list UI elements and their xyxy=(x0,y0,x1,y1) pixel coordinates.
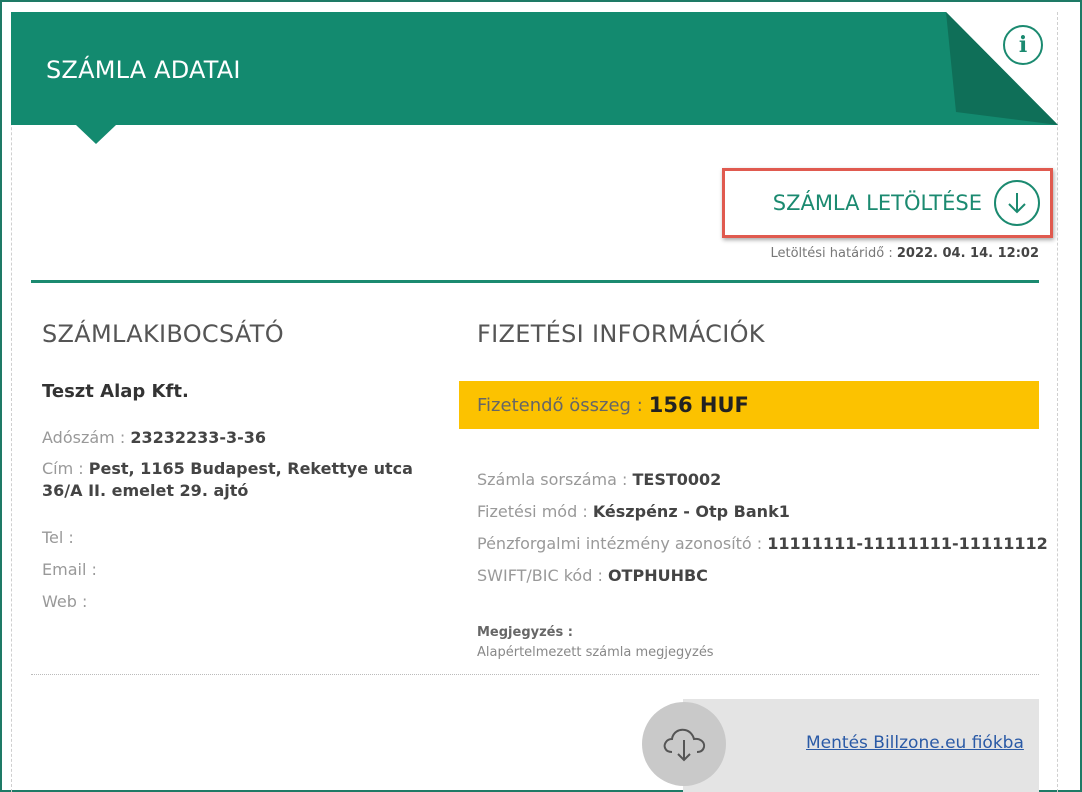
payment-method-label: Fizetési mód : xyxy=(477,502,588,521)
amount-value: 156 HUF xyxy=(648,393,749,417)
page-title: SZÁMLA ADATAI xyxy=(46,56,241,84)
swift-code: SWIFT/BIC kód : OTPHUHBC xyxy=(477,565,708,587)
invoice-number-label: Számla sorszáma : xyxy=(477,470,628,489)
amount-label: Fizetendő összeg : xyxy=(477,394,643,416)
email-label: Email : xyxy=(42,560,97,579)
amount-due-bar: Fizetendő összeg : 156 HUF xyxy=(459,381,1039,429)
note-label: Megjegyzés : xyxy=(477,625,573,640)
bank-account: Pénzforgalmi intézmény azonosító : 11111… xyxy=(477,533,1048,555)
issuer-name: Teszt Alap Kft. xyxy=(42,381,189,402)
save-to-billzone-link[interactable]: Mentés Billzone.eu fiókba xyxy=(806,733,1024,753)
issuer-section-title: SZÁMLAKIBOCSÁTÓ xyxy=(42,320,284,348)
cloud-download-icon[interactable] xyxy=(642,702,726,786)
deadline-label: Letöltési határidő : xyxy=(770,246,893,261)
bank-account-value: 11111111-11111111-11111112 xyxy=(767,534,1048,553)
address-line2: 36/A II. emelet 29. ajtó xyxy=(42,481,249,500)
dotted-divider xyxy=(31,674,1039,675)
download-deadline: Letöltési határidő : 2022. 04. 14. 12:02 xyxy=(770,246,1039,261)
address-line1: Pest, 1165 Budapest, Rekettye utca xyxy=(88,459,413,478)
header-banner: SZÁMLA ADATAI xyxy=(11,12,1058,144)
download-invoice-button[interactable]: SZÁMLA LETÖLTÉSE xyxy=(722,168,1053,238)
address-label: Cím : xyxy=(42,459,84,478)
tax-value: 23232233-3-36 xyxy=(130,428,267,447)
info-icon[interactable]: i xyxy=(1003,25,1043,65)
payment-section-title: FIZETÉSI INFORMÁCIÓK xyxy=(477,320,765,348)
address: Cím : Pest, 1165 Budapest, Rekettye utca… xyxy=(42,458,442,502)
bank-account-label: Pénzforgalmi intézmény azonosító : xyxy=(477,534,763,553)
invoice-number: Számla sorszáma : TEST0002 xyxy=(477,469,721,491)
divider xyxy=(31,280,1039,283)
payment-method-value: Készpénz - Otp Bank1 xyxy=(592,502,790,521)
tax-number: Adószám : 23232233-3-36 xyxy=(42,427,266,449)
note-text: Alapértelmezett számla megjegyzés xyxy=(477,645,714,660)
download-invoice-label: SZÁMLA LETÖLTÉSE xyxy=(772,191,982,215)
swift-label: SWIFT/BIC kód : xyxy=(477,566,603,585)
tax-label: Adószám : xyxy=(42,428,126,447)
invoice-number-value: TEST0002 xyxy=(632,470,722,489)
payment-method: Fizetési mód : Készpénz - Otp Bank1 xyxy=(477,501,790,523)
tel-label: Tel : xyxy=(42,528,74,547)
web-label: Web : xyxy=(42,592,88,611)
download-arrow-icon xyxy=(994,180,1040,226)
deadline-value: 2022. 04. 14. 12:02 xyxy=(896,246,1039,261)
swift-value: OTPHUHBC xyxy=(607,566,708,585)
